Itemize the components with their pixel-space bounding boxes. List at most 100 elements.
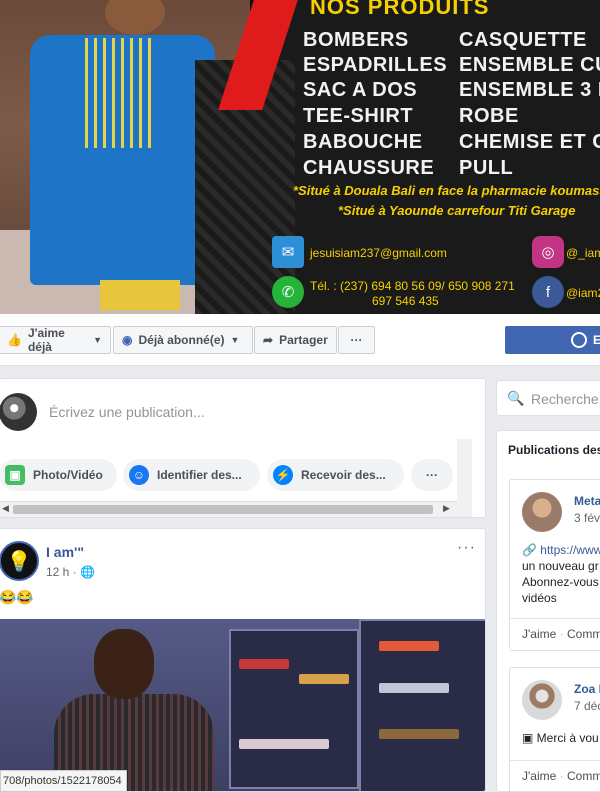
- scrollbar-thumb[interactable]: [13, 505, 433, 514]
- visitor-post-actions: J'aime · Comm: [510, 760, 600, 791]
- search-input[interactable]: Recherche: [531, 391, 599, 407]
- product-right-3: ENSEMBLE 3 P: [459, 79, 600, 101]
- product-left-3: SAC A DOS: [303, 79, 418, 101]
- chevron-down-icon: ▼: [230, 335, 240, 345]
- page-search[interactable]: 🔍 Recherche: [496, 380, 600, 416]
- more-dots-icon: ···: [350, 333, 363, 347]
- separator: ·: [559, 627, 567, 641]
- tag-people-button[interactable]: ☺ Identifier des...: [123, 459, 260, 491]
- visitor-comment-link[interactable]: Comm: [567, 627, 600, 641]
- send-message-button[interactable]: E: [505, 326, 600, 354]
- more-options-button[interactable]: ···: [338, 326, 375, 354]
- status-bar-url: 708/photos/1522178054: [0, 770, 127, 792]
- instagram-icon: ◎: [532, 236, 564, 268]
- product-right-4: ROBE: [459, 105, 519, 127]
- cover-heading: NOS PRODUITS: [310, 0, 490, 19]
- visitor-like-link[interactable]: J'aime: [522, 769, 556, 783]
- post-text: 😂😂: [0, 589, 34, 605]
- visitor-post-text: un nouveau gr: [522, 559, 599, 573]
- product-right-1: CASQUETTE: [459, 29, 587, 51]
- post-author[interactable]: I am'": [46, 544, 84, 560]
- get-messages-label: Recevoir des...: [301, 468, 386, 482]
- scroll-left-icon[interactable]: ◀: [2, 503, 9, 514]
- visitor-name[interactable]: Meta: [574, 494, 600, 508]
- visitor-avatar[interactable]: [522, 492, 562, 532]
- scroll-right-icon[interactable]: ▶: [443, 503, 450, 514]
- send-message-label: E: [593, 333, 600, 347]
- photo-icon: ▣: [5, 465, 25, 485]
- visitor-name[interactable]: Zoa I: [574, 682, 600, 696]
- messenger-icon: [571, 332, 587, 348]
- follow-page-button[interactable]: ◉ Déjà abonné(e) ▼: [113, 326, 253, 354]
- share-button[interactable]: ➦ Partager: [254, 326, 337, 354]
- shelf: [229, 629, 359, 789]
- product-left-6: CHAUSSURE: [303, 157, 435, 179]
- vertical-scrollbar[interactable]: [457, 439, 472, 517]
- cover-child-pants: [100, 280, 180, 310]
- tag-person-icon: ☺: [129, 465, 149, 485]
- whatsapp-icon: ✆: [272, 276, 304, 308]
- photo-video-button[interactable]: ▣ Photo/Vidéo: [0, 459, 117, 491]
- rss-icon: ◉: [122, 333, 133, 347]
- post-photo[interactable]: [0, 619, 485, 791]
- visitor-post-date[interactable]: 3 févr: [574, 511, 600, 525]
- globe-icon: 🌐: [80, 565, 95, 579]
- visitor-post-2[interactable]: Zoa I 7 déc ▣ Merci à vou J'aime · Comm: [509, 667, 600, 791]
- like-page-button[interactable]: 👍 J'aime déjà ▼: [0, 326, 111, 354]
- clothing-item: [379, 683, 449, 693]
- visitor-posts-panel: Publications des Meta 3 févr 🔗 https://w…: [496, 430, 600, 792]
- cover-photo[interactable]: NOS PRODUITS BOMBERS ESPADRILLES SAC A D…: [0, 0, 600, 314]
- visitor-post-actions: J'aime · Comm: [510, 618, 600, 650]
- contact-phone: Tél. : (237) 694 80 56 09/ 650 908 271: [310, 279, 515, 293]
- visitor-post-date[interactable]: 7 déc: [574, 699, 600, 713]
- user-avatar: [0, 393, 37, 431]
- cover-outfit-embroidery: [85, 38, 155, 148]
- contact-phone-2: 697 546 435: [372, 294, 439, 308]
- location-yaounde: *Situé à Yaounde carrefour Titi Garage: [338, 203, 576, 218]
- tag-people-label: Identifier des...: [157, 468, 242, 482]
- post-time-label: 12 h ·: [46, 565, 77, 579]
- page-avatar[interactable]: 💡: [0, 541, 39, 581]
- search-icon: 🔍: [507, 390, 525, 406]
- thumbs-up-icon: 👍: [7, 333, 22, 347]
- contact-instagram: @_iam: [566, 246, 600, 260]
- contact-facebook: @iam2: [566, 286, 600, 300]
- visitor-avatar[interactable]: [522, 680, 562, 720]
- clothing-item: [239, 739, 329, 749]
- separator: ·: [559, 769, 567, 783]
- visitor-comment-link[interactable]: Comm: [567, 769, 600, 783]
- visitor-post-link[interactable]: 🔗 https://www: [522, 542, 600, 558]
- page-action-bar: 👍 J'aime déjà ▼ ◉ Déjà abonné(e) ▼ ➦ Par…: [0, 314, 600, 366]
- facebook-icon: f: [532, 276, 564, 308]
- more-dots-icon: ···: [426, 468, 438, 482]
- product-right-5: CHEMISE ET C: [459, 131, 600, 153]
- composer-more-button[interactable]: ···: [411, 459, 453, 491]
- product-right-6: PULL: [459, 157, 514, 179]
- visitor-like-link[interactable]: J'aime: [522, 627, 556, 641]
- horizontal-scrollbar[interactable]: ◀ ▶: [0, 501, 457, 517]
- product-left-5: BABOUCHE: [303, 131, 423, 153]
- post-options-button[interactable]: ···: [457, 539, 476, 557]
- visitor-posts-title: Publications des: [508, 443, 600, 457]
- visitor-post-text: ▣ Merci à vou: [522, 731, 599, 745]
- post-timestamp[interactable]: 12 h · 🌐: [46, 565, 95, 579]
- clothing-item: [379, 641, 439, 651]
- get-messages-button[interactable]: ⚡ Recevoir des...: [267, 459, 404, 491]
- product-left-2: ESPADRILLES: [303, 54, 448, 76]
- photo-video-label: Photo/Vidéo: [33, 468, 103, 482]
- post-card: 💡 I am'" 12 h · 🌐 ··· 😂😂: [0, 528, 486, 792]
- visitor-post-1[interactable]: Meta 3 févr 🔗 https://www un nouveau gr …: [509, 479, 600, 651]
- chevron-down-icon: ▼: [93, 335, 102, 345]
- post-composer: Écrivez une publication... ▣ Photo/Vidéo…: [0, 378, 486, 518]
- visitor-post-text: Abonnez-vous: [522, 575, 599, 589]
- email-icon: ✉: [272, 236, 304, 268]
- composer-input[interactable]: Écrivez une publication...: [49, 404, 205, 420]
- clothing-item: [379, 729, 459, 739]
- clothing-item: [239, 659, 289, 669]
- product-left-1: BOMBERS: [303, 29, 409, 51]
- messenger-icon: ⚡: [273, 465, 293, 485]
- location-douala: *Situé à Douala Bali en face la pharmaci…: [293, 183, 600, 198]
- follow-page-label: Déjà abonné(e): [138, 333, 225, 347]
- product-right-2: ENSEMBLE CU: [459, 54, 600, 76]
- share-arrow-icon: ➦: [263, 333, 274, 347]
